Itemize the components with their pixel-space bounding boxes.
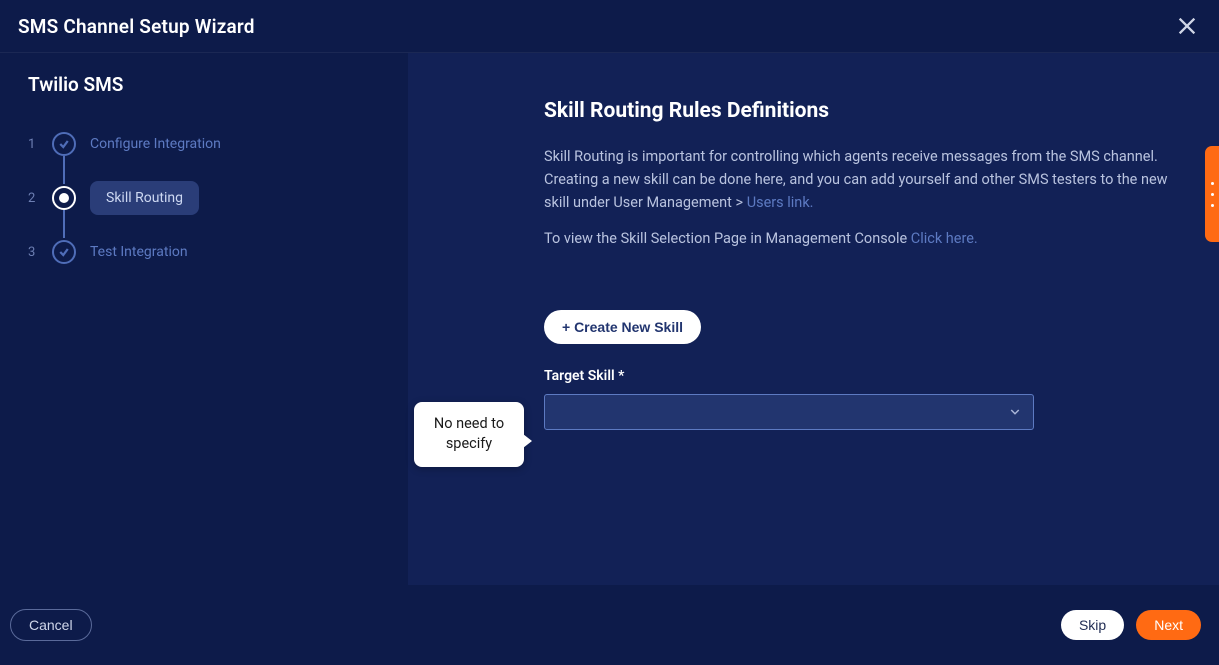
next-button[interactable]: Next [1136,610,1201,640]
step-number: 2 [28,191,38,206]
wizard-header: SMS Channel Setup Wizard [0,0,1219,53]
sidebar-title: Twilio SMS [28,73,380,96]
step-test-integration[interactable]: 3 Test Integration [28,230,380,274]
tooltip-text: No need to specify [434,415,504,452]
step-label: Skill Routing [90,181,199,215]
skip-button[interactable]: Skip [1061,610,1124,640]
step-list: 1 Configure Integration 2 Skill Routing … [28,122,380,274]
chevron-down-icon [1009,402,1021,421]
target-skill-select[interactable] [544,394,1034,430]
dot-circle-icon [52,186,76,210]
check-circle-icon [52,240,76,264]
description-2: To view the Skill Selection Page in Mana… [544,227,1184,250]
wizard-main: No need to specify Skill Routing Rules D… [408,53,1219,585]
click-here-link[interactable]: Click here. [911,230,978,247]
users-link[interactable]: Users link. [747,194,814,211]
description-2-text: To view the Skill Selection Page in Mana… [544,230,911,247]
description-1: Skill Routing is important for controlli… [544,145,1184,215]
step-number: 1 [28,137,38,152]
create-new-skill-button[interactable]: + Create New Skill [544,310,701,344]
dot-icon [1211,182,1214,185]
step-label: Test Integration [90,244,188,260]
dot-icon [1211,204,1214,207]
tooltip-callout: No need to specify [414,402,524,467]
step-configure-integration[interactable]: 1 Configure Integration [28,122,380,166]
wizard-sidebar: Twilio SMS 1 Configure Integration 2 Ski… [0,53,408,585]
description-1-text: Skill Routing is important for controlli… [544,148,1168,211]
step-label: Configure Integration [90,136,221,152]
target-skill-label: Target Skill * [544,368,1184,384]
page-heading: Skill Routing Rules Definitions [544,99,1184,123]
step-skill-routing[interactable]: 2 Skill Routing [28,176,380,220]
side-handle[interactable] [1205,146,1219,242]
step-number: 3 [28,245,38,260]
wizard-title: SMS Channel Setup Wizard [18,15,255,38]
dot-icon [1211,193,1214,196]
check-circle-icon [52,132,76,156]
wizard-footer: Cancel Skip Next [0,585,1219,665]
close-icon[interactable] [1173,12,1201,40]
cancel-button[interactable]: Cancel [10,609,92,641]
